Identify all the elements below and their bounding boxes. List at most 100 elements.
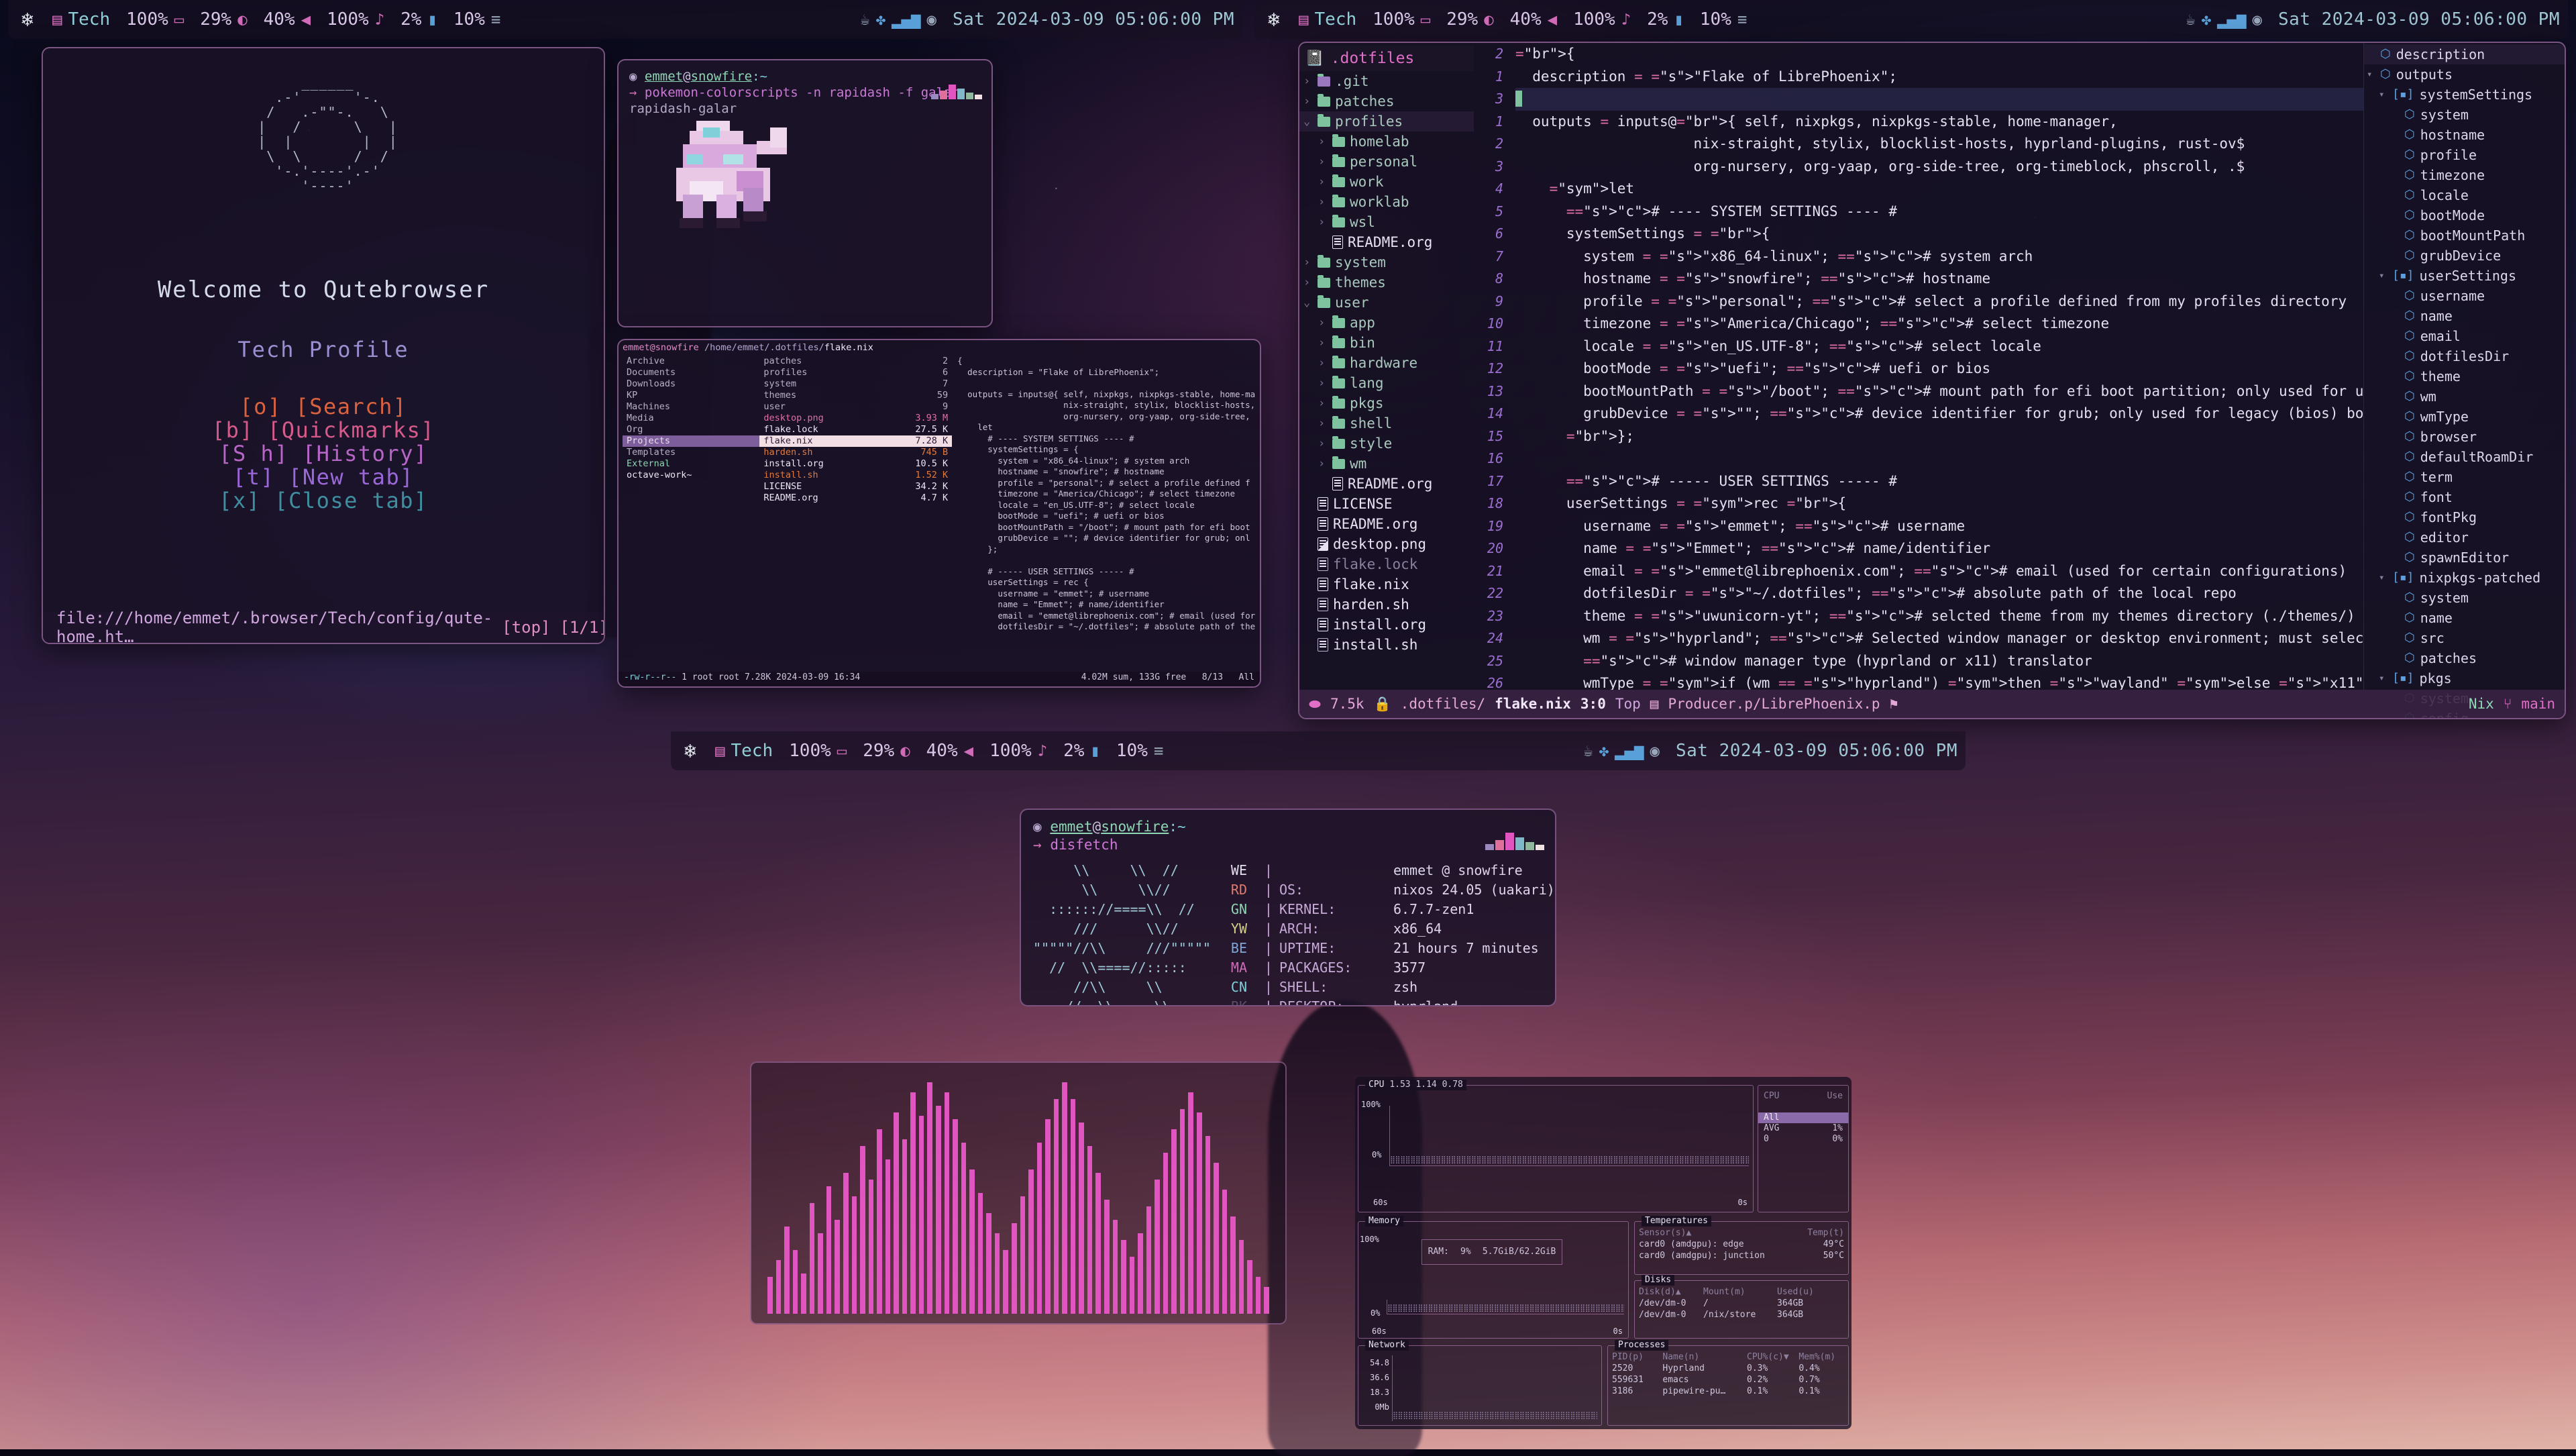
treemacs-node[interactable]: README.org (1299, 474, 1474, 494)
treemacs-node[interactable]: ›style (1299, 433, 1474, 454)
bluetooth-icon[interactable]: ✤ (876, 10, 885, 29)
imenu-node-list[interactable]: ⬡description▾⬡outputs▾[▪]systemSettings⬡… (2364, 44, 2565, 719)
workspace-indicator[interactable]: ▤ Tech (44, 9, 118, 30)
clock[interactable]: Sat 2024-03-09 05:06:00 PM (945, 9, 1242, 30)
imenu-node[interactable]: ⬡bootMode (2364, 205, 2565, 225)
battery-widget[interactable]: 100% ▭ (118, 9, 192, 30)
imenu-node[interactable]: ⬡patches (2364, 648, 2565, 668)
disc-icon[interactable]: ◉ (2253, 10, 2262, 29)
file-row[interactable]: Downloads (623, 378, 759, 390)
workspace-indicator[interactable]: ▤ Tech (1291, 9, 1364, 30)
cpu-use-rows[interactable]: AllAVG1%00% (1758, 1102, 1848, 1145)
treemacs-sidebar[interactable]: 📓 .dotfiles ›.git›patches⌄profiles›homel… (1299, 43, 1474, 690)
triangle-icon[interactable]: ▾ (2367, 64, 2375, 85)
bluetooth-icon[interactable]: ✤ (1599, 741, 1609, 760)
file-row[interactable]: profiles6 (759, 367, 952, 378)
nix-snowflake-icon[interactable]: ❄ (671, 739, 707, 763)
tray-icons[interactable]: ☕ ✤ ▂▄▆ ◉ (852, 10, 945, 29)
file-row[interactable]: system7 (759, 378, 952, 390)
treemacs-root[interactable]: 📓 .dotfiles (1299, 46, 1474, 71)
imenu-node[interactable]: ⬡src (2364, 628, 2565, 648)
signal-bars-icon[interactable]: ▂▄▆ (1615, 741, 1644, 760)
process-row[interactable]: 559631emacs0.2%0.7% (1612, 1374, 1844, 1386)
imenu-node[interactable]: ⬡spawnEditor (2364, 548, 2565, 568)
chevron-icon[interactable]: › (1318, 353, 1328, 373)
file-row[interactable]: LICENSE34.2 K (759, 481, 952, 492)
imenu-node[interactable]: ⬡timezone (2364, 165, 2565, 185)
treemacs-node[interactable]: ›personal (1299, 152, 1474, 172)
btop-processes-panel[interactable]: Processes PID(p)Name(n)CPU%(c)▼Mem%(m) 2… (1607, 1345, 1849, 1426)
imenu-node[interactable]: ⬡theme (2364, 366, 2565, 386)
chevron-icon[interactable]: › (1303, 71, 1313, 91)
battery-widget[interactable]: 100% ▭ (781, 741, 855, 761)
btop-temps-panel[interactable]: Temperatures Sensor(s)▲ Temp(t) card0 (a… (1634, 1221, 1849, 1275)
file-row[interactable]: Machines (623, 401, 759, 413)
process-row[interactable]: 3186pipewire-pu…0.1%0.1% (1612, 1386, 1844, 1397)
imenu-node[interactable]: ⬡hostname (2364, 125, 2565, 145)
file-row[interactable]: install.sh1.52 K (759, 470, 952, 481)
tray-icons[interactable]: ☕ ✤ ▂▄▆ ◉ (1575, 741, 1668, 760)
btop-disks-panel[interactable]: Disks Disk(d)▲ Mount(m) Used(u) /dev/dm-… (1634, 1280, 1849, 1339)
shortcut-item[interactable]: [x] [Close tab] (212, 490, 435, 512)
process-col-header[interactable]: PID(p) (1612, 1351, 1662, 1363)
window-emacs[interactable]: 📓 .dotfiles ›.git›patches⌄profiles›homel… (1298, 42, 2566, 719)
emacs-code-area[interactable]: 2131234567891011121314151617181920212223… (1474, 43, 2363, 690)
btop-cpu-use-panel[interactable]: CPU Use AllAVG1%00% (1758, 1085, 1849, 1212)
file-row[interactable]: Templates (623, 447, 759, 458)
file-row[interactable]: octave-work~ (623, 470, 759, 481)
nix-snowflake-icon[interactable]: ❄ (1254, 8, 1291, 32)
treemacs-node[interactable]: ⌄user (1299, 293, 1474, 313)
window-btop[interactable]: CPU 1.53 1.14 0.78 100% 0% ⣿⣿⣿⣿⣿⣿⣿⣿⣿⣿⣿⣿⣿… (1355, 1077, 1851, 1429)
battery-widget[interactable]: 100% ▭ (1364, 9, 1438, 30)
volume-widget[interactable]: 40% ◀ (256, 9, 319, 30)
file-row[interactable]: flake.nix7.28 K (759, 435, 952, 447)
treemacs-node[interactable]: ⌄profiles (1299, 111, 1474, 132)
coffee-off-icon[interactable]: ☕ (1583, 741, 1593, 760)
cpu-use-row[interactable]: 00% (1758, 1134, 1848, 1145)
treemacs-node-list[interactable]: ›.git›patches⌄profiles›homelab›personal›… (1299, 71, 1474, 655)
imenu-node[interactable]: ⬡name (2364, 306, 2565, 326)
imenu-node[interactable]: ⬡wm (2364, 386, 2565, 407)
window-ranger[interactable]: emmet@snowfire /home/emmet/.dotfiles/fla… (617, 339, 1261, 688)
process-col-header[interactable]: CPU%(c)▼ (1747, 1351, 1799, 1363)
imenu-node[interactable]: ⬡browser (2364, 427, 2565, 447)
treemacs-node[interactable]: ›app (1299, 313, 1474, 333)
btop-memory-panel[interactable]: Memory 100% 0% RAM: 9% 5.7GiB/62.2GiB ⣿⣿… (1358, 1221, 1629, 1339)
process-col-header[interactable]: Mem%(m) (1799, 1351, 1844, 1363)
imenu-node[interactable]: ⬡defaultRoamDir (2364, 447, 2565, 467)
treemacs-node[interactable]: install.sh (1299, 635, 1474, 655)
treemacs-node[interactable]: LICENSE (1299, 494, 1474, 514)
status-bar-right[interactable]: ❄ ▤ Tech 100% ▭ 29% ◐ 40% ◀ 100% ♪ 2% ▮ … (1254, 0, 2568, 39)
imenu-node[interactable]: ⬡locale (2364, 185, 2565, 205)
treemacs-node[interactable]: ›patches (1299, 91, 1474, 111)
window-terminal-disfetch[interactable]: ◉ emmet@snowfire:~ → disfetch \\ \\ // \… (1020, 809, 1556, 1006)
chevron-icon[interactable]: › (1303, 91, 1313, 111)
disc-icon[interactable]: ◉ (1650, 741, 1660, 760)
mic-widget[interactable]: 100% ♪ (1565, 9, 1639, 30)
window-terminal-pokemon[interactable]: ◉ emmet@snowfire:~ → pokemon-colorscript… (617, 59, 993, 327)
treemacs-node[interactable]: flake.lock (1299, 554, 1474, 574)
imenu-sidebar[interactable]: ⬡description▾⬡outputs▾[▪]systemSettings⬡… (2363, 43, 2565, 690)
chevron-icon[interactable]: ⌄ (1303, 111, 1313, 132)
status-bar-left[interactable]: ❄ ▤ Tech 100% ▭ 29% ◐ 40% ◀ 100% ♪ 2% ▮ … (8, 0, 1242, 39)
treemacs-node[interactable]: ›system (1299, 252, 1474, 272)
imenu-node[interactable]: ⬡font (2364, 487, 2565, 507)
cpu-widget[interactable]: 2% ▮ (392, 9, 445, 30)
chevron-icon[interactable]: ⌄ (1303, 293, 1313, 313)
chevron-icon[interactable]: › (1318, 373, 1328, 393)
chevron-icon[interactable]: › (1318, 192, 1328, 212)
treemacs-node[interactable]: harden.sh (1299, 594, 1474, 615)
shortcut-item[interactable]: [b] [Quickmarks] (212, 419, 435, 441)
treemacs-node[interactable]: README.org (1299, 232, 1474, 252)
treemacs-node[interactable]: ›bin (1299, 333, 1474, 353)
shortcut-item[interactable]: [o] [Search] (212, 396, 435, 418)
chevron-icon[interactable]: › (1318, 212, 1328, 232)
chevron-icon[interactable]: › (1318, 413, 1328, 433)
treemacs-node[interactable]: ›lang (1299, 373, 1474, 393)
imenu-node[interactable]: ▾[▪]userSettings (2364, 266, 2565, 286)
imenu-node[interactable]: ⬡bootMountPath (2364, 225, 2565, 246)
file-row[interactable]: Media (623, 413, 759, 424)
file-row[interactable]: user9 (759, 401, 952, 413)
chevron-icon[interactable]: › (1303, 272, 1313, 293)
treemacs-node[interactable]: ›pkgs (1299, 393, 1474, 413)
